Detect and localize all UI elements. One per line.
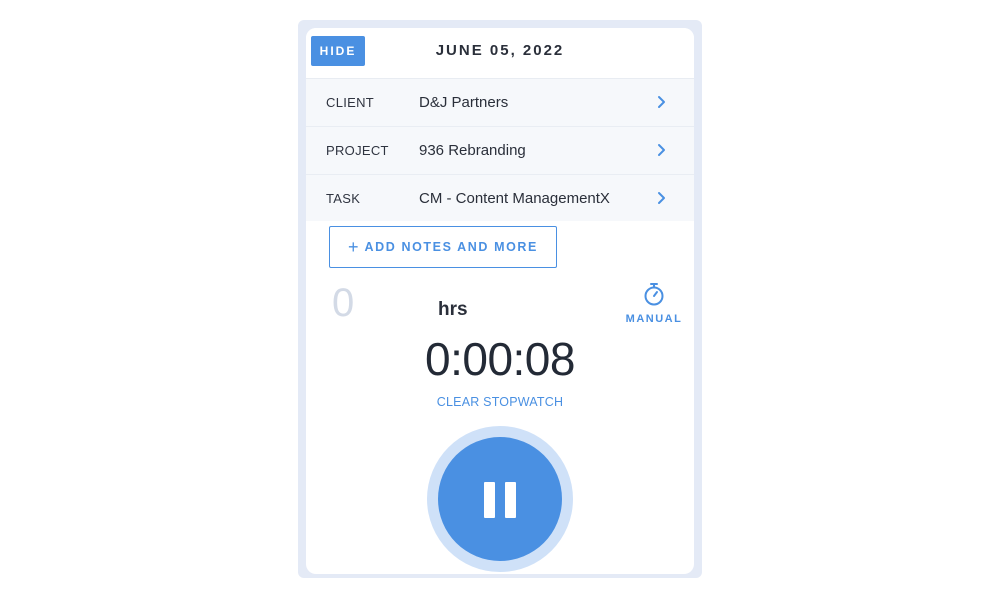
stopwatch-icon <box>644 283 664 306</box>
task-row[interactable]: TASK CM - Content ManagementX <box>306 175 694 222</box>
entry-details-list: CLIENT D&J Partners PROJECT 936 Rebrandi… <box>306 79 694 221</box>
pause-bar-right <box>505 482 516 518</box>
client-label: CLIENT <box>326 95 375 110</box>
chevron-right-icon <box>658 192 665 204</box>
pause-bar-left <box>484 482 495 518</box>
add-notes-button[interactable]: + ADD NOTES AND MORE <box>329 226 557 268</box>
client-row[interactable]: CLIENT D&J Partners <box>306 79 694 127</box>
time-entry-panel: HIDE JUNE 05, 2022 CLIENT D&J Partners P… <box>306 28 694 574</box>
add-notes-label: ADD NOTES AND MORE <box>364 240 538 254</box>
chevron-right-icon <box>658 96 665 108</box>
chevron-right-icon <box>658 144 665 156</box>
manual-entry-button[interactable]: MANUAL <box>622 282 686 328</box>
clear-stopwatch-link[interactable]: CLEAR STOPWATCH <box>306 395 694 409</box>
entry-date: JUNE 05, 2022 <box>435 42 565 59</box>
panel-header: HIDE JUNE 05, 2022 <box>306 28 694 79</box>
task-label: TASK <box>326 191 361 206</box>
stopwatch-display: 0:00:08 <box>425 333 575 385</box>
hours-unit-label: hrs <box>438 299 468 320</box>
hours-input[interactable] <box>332 278 372 328</box>
project-value: 936 Rebranding <box>419 142 526 159</box>
pause-button[interactable] <box>438 437 562 561</box>
task-value: CM - Content ManagementX <box>419 190 610 207</box>
client-value: D&J Partners <box>419 94 509 111</box>
plus-icon: + <box>348 236 359 257</box>
manual-label: MANUAL <box>625 313 683 325</box>
project-row[interactable]: PROJECT 936 Rebranding <box>306 127 694 175</box>
project-label: PROJECT <box>326 143 389 158</box>
